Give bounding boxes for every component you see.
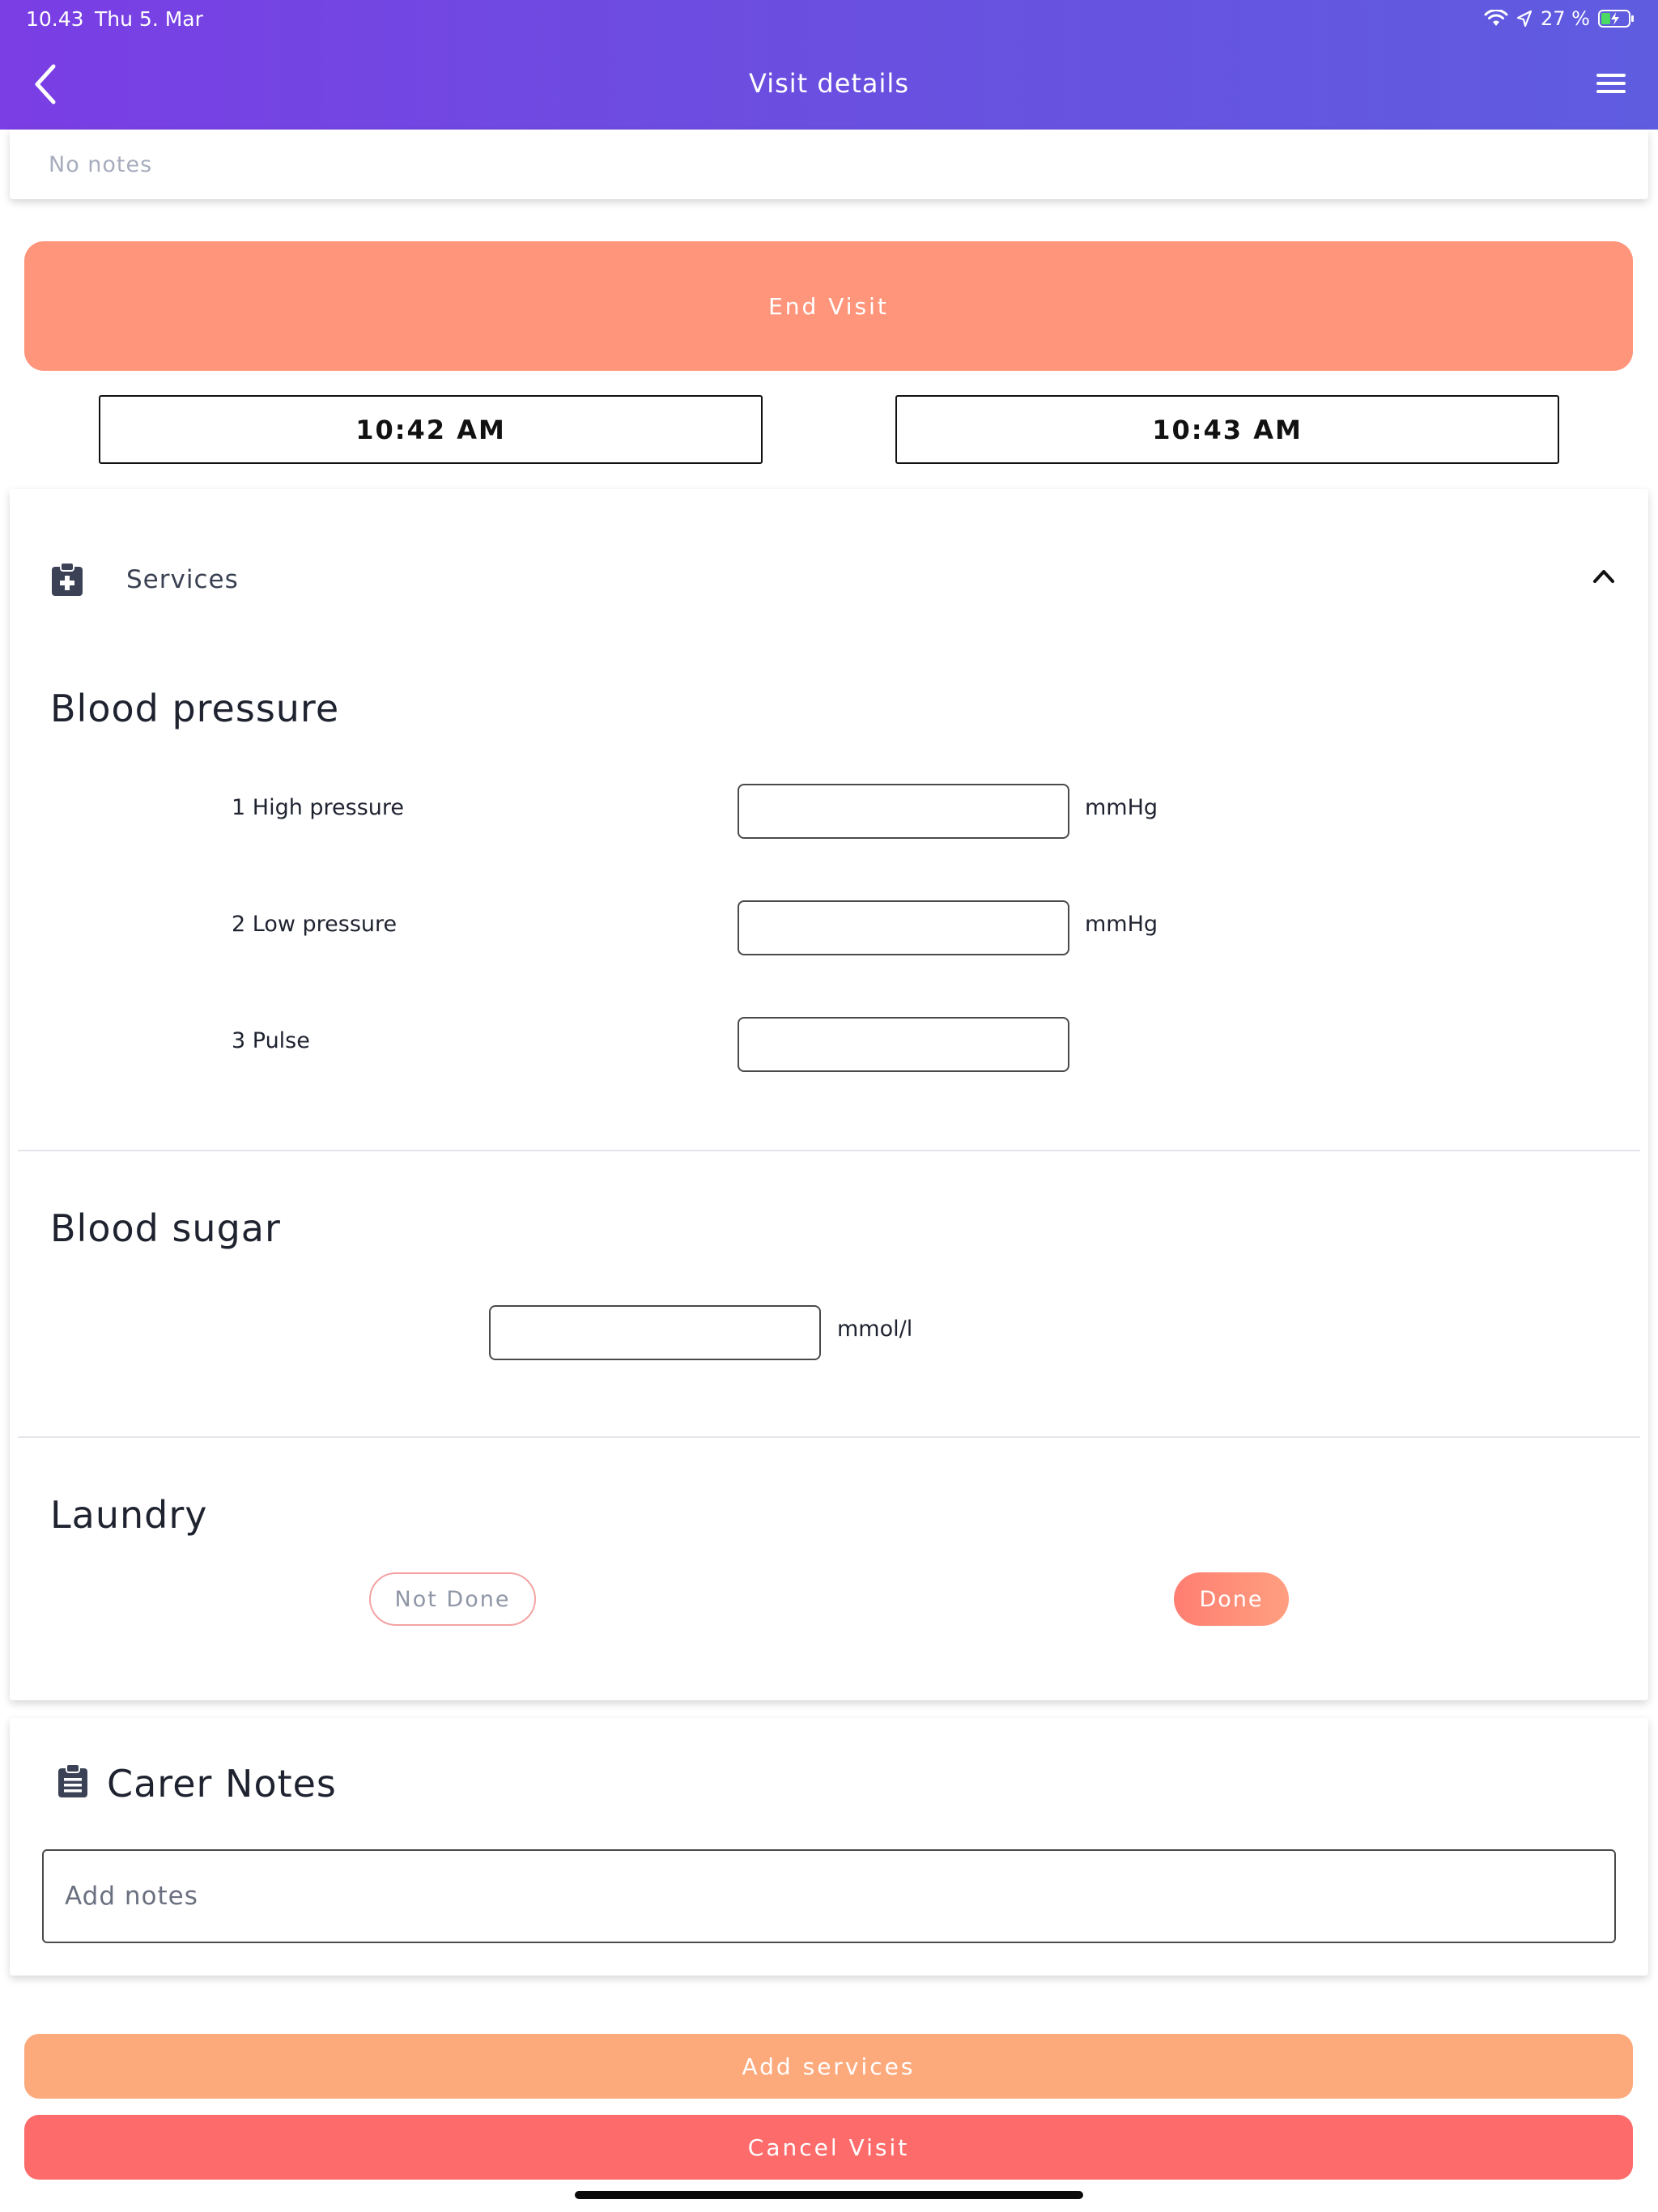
- section-divider: [18, 1436, 1640, 1438]
- clipboard-list-icon: [58, 1763, 87, 1797]
- add-services-button[interactable]: Add services: [24, 2034, 1633, 2099]
- blood-pressure-title: Blood pressure: [50, 687, 340, 730]
- location-arrow-icon: [1516, 10, 1533, 28]
- status-date: Thu 5. Mar: [95, 7, 203, 31]
- home-indicator[interactable]: [575, 2191, 1083, 2199]
- low-pressure-label: 2 Low pressure: [232, 912, 397, 937]
- wifi-icon: [1484, 10, 1508, 26]
- status-indicators: 27 %: [1484, 6, 1635, 31]
- laundry-title: Laundry: [50, 1493, 208, 1537]
- page-title: Visit details: [749, 68, 909, 99]
- services-header-label: Services: [126, 565, 239, 594]
- chevron-up-icon[interactable]: [1592, 567, 1616, 586]
- done-button[interactable]: Done: [1174, 1572, 1289, 1626]
- not-done-button[interactable]: Not Done: [369, 1572, 536, 1626]
- end-time-field[interactable]: 10:43 AM: [895, 395, 1559, 464]
- no-notes-text: No notes: [49, 152, 153, 177]
- battery-percentage: 27 %: [1541, 7, 1590, 30]
- hamburger-menu-icon[interactable]: [1593, 70, 1629, 97]
- high-pressure-input[interactable]: [738, 784, 1069, 839]
- top-navigation-bar: 10.43 Thu 5. Mar 27 % Visit details: [0, 0, 1658, 130]
- visit-notes-card: No notes: [10, 130, 1648, 199]
- add-notes-input[interactable]: [42, 1849, 1616, 1943]
- low-pressure-input[interactable]: [738, 900, 1069, 955]
- low-pressure-unit: mmHg: [1085, 912, 1158, 937]
- carer-notes-card: Carer Notes: [10, 1718, 1648, 1976]
- carer-notes-title: Carer Notes: [107, 1762, 337, 1806]
- blood-sugar-input[interactable]: [489, 1305, 821, 1360]
- services-card: Services Blood pressure 1 High pressure …: [10, 489, 1648, 1700]
- blood-sugar-unit: mmol/l: [837, 1317, 913, 1342]
- cancel-visit-button[interactable]: Cancel Visit: [24, 2115, 1633, 2180]
- medical-clipboard-icon: [52, 562, 83, 596]
- status-time: 10.43: [26, 7, 84, 31]
- battery-charging-icon: [1598, 10, 1634, 28]
- pulse-input[interactable]: [738, 1017, 1069, 1072]
- start-time-field[interactable]: 10:42 AM: [99, 395, 763, 464]
- high-pressure-unit: mmHg: [1085, 795, 1158, 820]
- high-pressure-label: 1 High pressure: [232, 795, 405, 820]
- blood-sugar-title: Blood sugar: [50, 1206, 281, 1250]
- pulse-label: 3 Pulse: [232, 1028, 310, 1053]
- app-root: 10.43 Thu 5. Mar 27 % Visit details No n…: [0, 0, 1658, 2212]
- section-divider: [18, 1150, 1640, 1151]
- end-visit-button[interactable]: End Visit: [24, 241, 1633, 371]
